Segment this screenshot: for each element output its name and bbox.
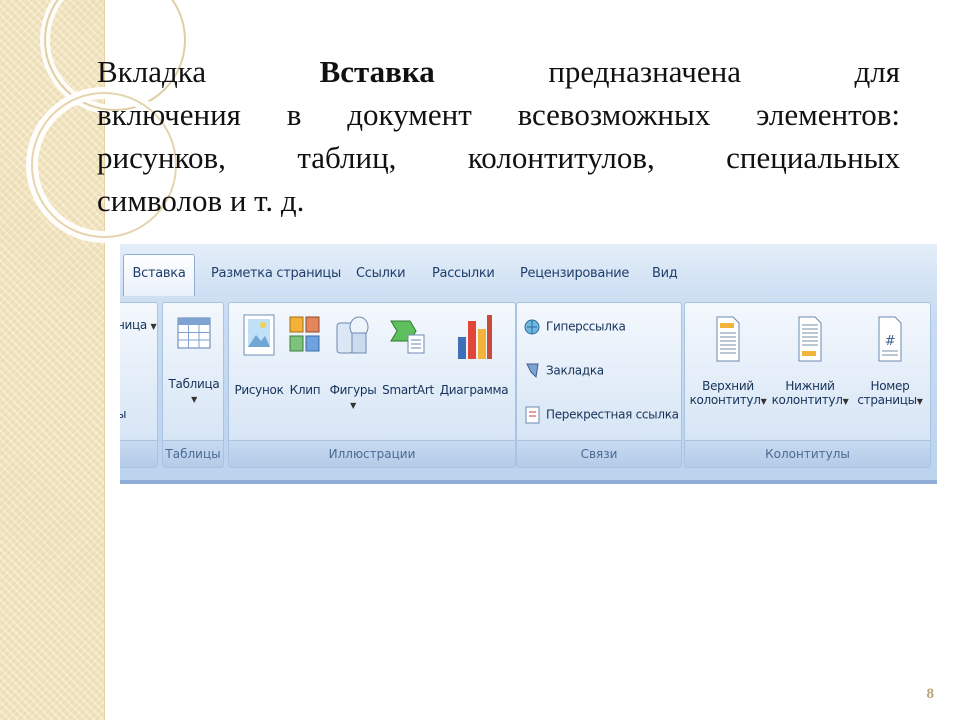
bookmark-button[interactable]: Закладка — [523, 361, 604, 381]
hyperlink-label: Гиперссылка — [546, 319, 626, 334]
smartart-label: SmartArt — [382, 383, 434, 397]
tab-insert[interactable]: Вставка — [123, 254, 195, 296]
hyperlink-button[interactable]: Гиперссылка — [523, 317, 626, 337]
shapes-label: Фигуры — [329, 383, 377, 397]
footer-button[interactable]: Нижний колонтитул▼ — [769, 315, 851, 407]
cross-reference-label: Перекрестная ссылка — [546, 407, 679, 422]
page-number-label-2: страницы — [857, 393, 917, 407]
table-label: Таблица — [168, 377, 220, 391]
cross-reference-button[interactable]: Перекрестная ссылка — [523, 405, 679, 425]
smartart-button[interactable]: SmartArt — [381, 313, 435, 397]
tab-mailings[interactable]: Рассылки — [432, 266, 495, 281]
word-dlya: для — [854, 54, 901, 89]
shapes-button[interactable]: Фигуры ▼ — [325, 313, 381, 411]
chart-button[interactable]: Диаграмма — [435, 313, 513, 397]
page-number-label-1: Номер — [870, 379, 910, 393]
tab-view[interactable]: Вид — [652, 266, 678, 281]
table-icon — [177, 317, 211, 349]
ribbon-tab-bar: Вставка Разметка страницы Ссылки Рассылк… — [120, 244, 937, 296]
tab-review[interactable]: Рецензирование — [520, 266, 629, 281]
cross-reference-icon — [525, 406, 540, 424]
bookmark-label: Закладка — [546, 363, 604, 378]
group-links: Гиперссылка Закладка Перекрестная ссылка… — [516, 302, 682, 468]
chart-icon — [458, 315, 492, 359]
group-pages-partial: ница ▼ ы — [120, 302, 158, 468]
header-label-1: Верхний — [702, 379, 754, 393]
paragraph-line-4: символов и т. д. — [97, 183, 305, 218]
header-label-2: колонтитул — [689, 393, 761, 407]
chart-label: Диаграмма — [439, 383, 509, 397]
picture-button[interactable]: Рисунок — [233, 313, 285, 397]
slide-paragraph: Вкладка Вставка предназначена для включе… — [97, 50, 900, 222]
clip-label: Клип — [289, 383, 321, 397]
footer-label-2-row: колонтитул▼ — [769, 393, 851, 407]
smartart-icon — [390, 320, 425, 354]
header-icon — [716, 316, 740, 362]
svg-text:#: # — [885, 334, 896, 349]
word-ribbon-insert-tab: Вставка Разметка страницы Ссылки Рассылк… — [120, 244, 937, 484]
bookmark-icon — [526, 363, 539, 379]
group-label-tables: Таблицы — [163, 440, 223, 467]
paragraph-line-2: включения в документ всевозможных элемен… — [97, 97, 900, 132]
footer-icon — [798, 316, 822, 362]
tab-references[interactable]: Ссылки — [356, 266, 406, 281]
group-label-illustrations: Иллюстрации — [229, 440, 515, 467]
page-number-dropdown-caret: ▼ — [916, 397, 923, 406]
picture-icon — [243, 314, 275, 356]
paragraph-line-1: Вкладка Вставка предназначена для — [97, 50, 900, 93]
shapes-icon — [336, 316, 369, 354]
word-vkladka: Вкладка — [97, 54, 207, 89]
word-vstavka: Вставка — [319, 54, 435, 89]
header-dropdown-caret: ▼ — [760, 397, 767, 406]
page-number-icon: # — [878, 316, 902, 362]
shapes-dropdown-caret: ▼ — [350, 401, 356, 410]
footer-label-1: Нижний — [785, 379, 835, 393]
header-label-2-row: колонтитул▼ — [687, 393, 769, 407]
page-number-label-2-row: страницы▼ — [851, 393, 929, 407]
picture-label: Рисунок — [234, 383, 284, 397]
group-label-links: Связи — [517, 440, 681, 467]
table-button[interactable]: Таблица ▼ — [163, 317, 225, 405]
hyperlink-icon — [524, 319, 540, 335]
group-label-header-footer: Колонтитулы — [685, 440, 930, 467]
footer-dropdown-caret: ▼ — [842, 397, 849, 406]
clip-button[interactable]: Клип — [287, 313, 323, 397]
paragraph-line-3: рисунков, таблиц, колонтитулов, специаль… — [97, 140, 900, 175]
tab-page-layout[interactable]: Разметка страницы — [211, 266, 341, 281]
header-button[interactable]: Верхний колонтитул▼ — [687, 315, 769, 407]
slide-page-number: 8 — [926, 686, 935, 702]
group-header-footer: Верхний колонтитул▼ Нижний колонтитул▼ #… — [684, 302, 931, 468]
table-dropdown-caret: ▼ — [191, 395, 197, 404]
group-tables: Таблица ▼ Таблицы — [162, 302, 224, 468]
footer-label-2: колонтитул — [771, 393, 843, 407]
group-illustrations: Рисунок Клип Фигуры ▼ SmartArt Диаграмма… — [228, 302, 516, 468]
pages-button-partial[interactable]: ница ▼ — [120, 318, 157, 332]
group-label-partial — [120, 440, 157, 467]
word-prednaznachena: предназначена — [548, 54, 741, 89]
pages-label-partial: ы — [120, 407, 126, 421]
clipart-icon — [289, 316, 320, 352]
page-number-button[interactable]: # Номер страницы▼ — [851, 315, 929, 407]
